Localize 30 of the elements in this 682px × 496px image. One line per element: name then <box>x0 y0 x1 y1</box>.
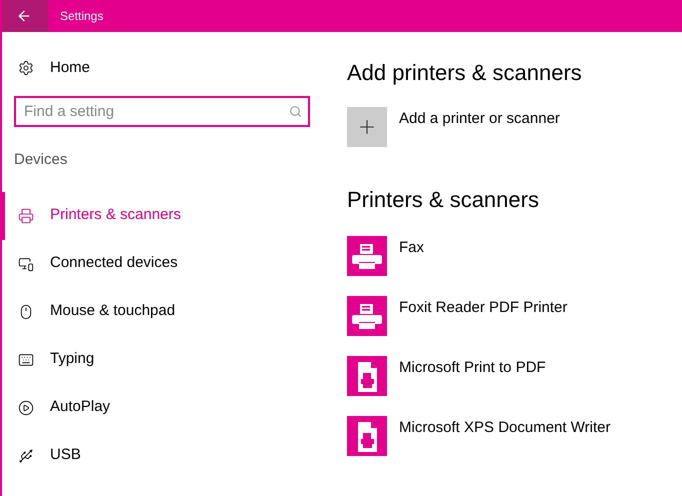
document-printer-tile-icon <box>347 416 387 456</box>
printer-item[interactable]: Foxit Reader PDF Printer <box>347 296 610 336</box>
printer-item[interactable]: Fax <box>347 236 610 276</box>
keyboard-icon <box>18 352 34 368</box>
nav-item[interactable]: Mouse & touchpad <box>2 288 322 336</box>
printer-item[interactable]: Microsoft Print to PDF <box>347 356 610 396</box>
mouse-icon <box>18 304 34 320</box>
usb-icon <box>18 448 34 464</box>
home-link[interactable]: Home <box>2 44 322 92</box>
settings-icon <box>18 60 34 76</box>
add-printer-button[interactable]: Add a printer or scanner <box>347 107 610 147</box>
printer-icon <box>18 208 34 224</box>
search-icon <box>289 105 302 118</box>
search-field[interactable]: Find a setting <box>14 96 310 127</box>
section-title: Printers & scanners <box>347 186 540 214</box>
nav-item[interactable]: Connected devices <box>2 240 322 288</box>
section-heading: Devices <box>14 150 68 170</box>
nav-item[interactable]: Printers & scanners <box>2 192 322 240</box>
window-title: Settings <box>60 8 104 25</box>
nav-item[interactable]: AutoPlay <box>2 384 322 432</box>
printer-tile-icon <box>347 236 387 276</box>
nav-item[interactable]: Typing <box>2 336 322 384</box>
document-printer-tile-icon <box>347 356 387 396</box>
section-title: Add printers & scanners <box>347 59 583 87</box>
printer-tile-icon <box>347 296 387 336</box>
printer-item[interactable]: Microsoft XPS Document Writer <box>347 416 610 456</box>
play-circle-icon <box>18 400 34 416</box>
devices-icon <box>18 256 34 272</box>
nav-item[interactable]: USB <box>2 432 322 480</box>
back-button[interactable] <box>2 0 48 32</box>
